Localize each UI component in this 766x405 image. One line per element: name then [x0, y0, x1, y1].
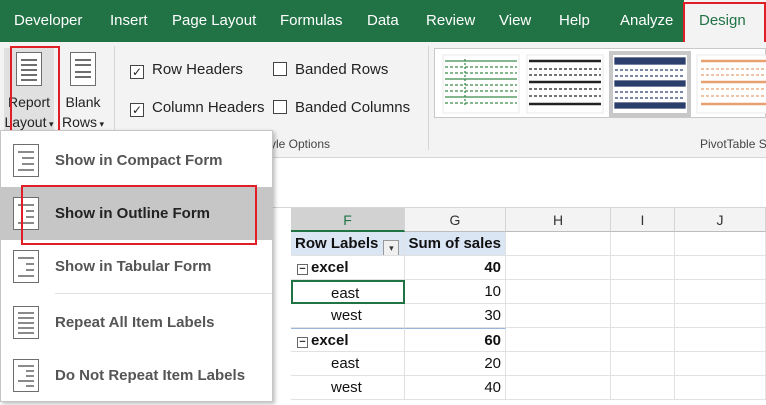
- repeat-labels-icon: [13, 306, 39, 339]
- tab-developer[interactable]: Developer: [14, 0, 82, 42]
- collapse-icon[interactable]: −: [297, 264, 308, 275]
- collapse-icon[interactable]: −: [297, 337, 308, 348]
- pivot-item-label[interactable]: west: [291, 376, 405, 400]
- column-header-h[interactable]: H: [506, 208, 611, 232]
- pivot-style-swatch-orange: [696, 54, 766, 114]
- column-headers-checkbox[interactable]: ✓: [130, 103, 144, 117]
- blank-rows-label-1: Blank: [65, 94, 101, 110]
- empty-cell[interactable]: [611, 304, 675, 328]
- banded-columns-option[interactable]: Banded Columns: [273, 99, 410, 116]
- row-headers-label: Row Headers: [152, 61, 243, 78]
- report-layout-menu: Show in Compact Form Show in Outline For…: [0, 130, 273, 402]
- pivot-item-label-selected[interactable]: east: [291, 280, 405, 304]
- tab-view[interactable]: View: [499, 0, 531, 42]
- column-header-f[interactable]: F: [291, 208, 405, 232]
- empty-cell[interactable]: [611, 256, 675, 280]
- empty-cell[interactable]: [611, 352, 675, 376]
- style-options-group-label: yle Options: [270, 137, 331, 151]
- column-header-j[interactable]: J: [675, 208, 766, 232]
- tab-help[interactable]: Help: [559, 0, 590, 42]
- tab-review[interactable]: Review: [426, 0, 475, 42]
- pivot-item-value[interactable]: 10: [405, 280, 506, 304]
- ribbon-tab-bar: Developer Insert Page Layout Formulas Da…: [0, 0, 766, 42]
- column-headers-label: Column Headers: [152, 99, 265, 116]
- row-headers-option[interactable]: ✓ Row Headers: [130, 61, 243, 79]
- pivot-style-swatch-navy: [609, 51, 691, 117]
- tab-data[interactable]: Data: [367, 0, 399, 42]
- tabular-form-icon: [13, 250, 39, 283]
- empty-cell[interactable]: [611, 280, 675, 304]
- tab-insert[interactable]: Insert: [110, 0, 148, 42]
- compact-form-icon: [13, 144, 39, 177]
- menu-item-label: Show in Tabular Form: [55, 258, 212, 275]
- sum-of-sales-header[interactable]: Sum of sales: [405, 232, 506, 256]
- menu-item-compact-form[interactable]: Show in Compact Form: [1, 134, 272, 187]
- empty-cell[interactable]: [675, 352, 766, 376]
- menu-item-label: Show in Compact Form: [55, 152, 223, 169]
- blank-rows-icon: [70, 52, 96, 86]
- empty-cell[interactable]: [675, 280, 766, 304]
- empty-cell[interactable]: [675, 232, 766, 256]
- pivot-style-swatch-gray: [526, 54, 604, 114]
- row-labels-header[interactable]: Row Labels ▾: [291, 232, 405, 256]
- empty-cell[interactable]: [611, 232, 675, 256]
- banded-rows-option[interactable]: Banded Rows: [273, 61, 388, 78]
- empty-cell[interactable]: [506, 376, 611, 400]
- column-headers-option[interactable]: ✓ Column Headers: [130, 99, 265, 117]
- excel-window: Developer Insert Page Layout Formulas Da…: [0, 0, 766, 405]
- pivot-group-value[interactable]: 60: [405, 328, 506, 352]
- empty-cell[interactable]: [506, 280, 611, 304]
- outline-form-highlight: [21, 185, 257, 245]
- empty-cell[interactable]: [675, 376, 766, 400]
- pivot-style-swatch-green: [442, 54, 520, 114]
- row-labels-text: Row Labels: [295, 235, 379, 252]
- blank-rows-button[interactable]: Blank Rows ▾: [58, 48, 108, 134]
- menu-item-no-repeat-labels[interactable]: Do Not Repeat Item Labels: [1, 349, 272, 402]
- empty-cell[interactable]: [675, 256, 766, 280]
- empty-cell[interactable]: [675, 304, 766, 328]
- menu-separator: [55, 293, 272, 294]
- empty-cell[interactable]: [506, 352, 611, 376]
- filter-dropdown-icon[interactable]: ▾: [383, 240, 400, 255]
- menu-item-repeat-labels[interactable]: Repeat All Item Labels: [1, 296, 272, 349]
- pivot-styles-group-label: PivotTable S: [700, 137, 766, 151]
- empty-cell[interactable]: [506, 232, 611, 256]
- row-headers-checkbox[interactable]: ✓: [130, 65, 144, 79]
- tab-page-layout[interactable]: Page Layout: [172, 0, 256, 42]
- pivot-group-label[interactable]: − excel: [291, 328, 405, 352]
- menu-item-tabular-form[interactable]: Show in Tabular Form: [1, 240, 272, 293]
- column-header-i[interactable]: I: [611, 208, 675, 232]
- banded-columns-label: Banded Columns: [295, 99, 411, 116]
- banded-rows-label: Banded Rows: [295, 61, 389, 78]
- pivot-item-value[interactable]: 40: [405, 376, 506, 400]
- pivot-group-value[interactable]: 40: [405, 256, 506, 280]
- report-layout-highlight: [10, 46, 60, 132]
- banded-columns-checkbox[interactable]: [273, 100, 287, 114]
- menu-item-label: Repeat All Item Labels: [55, 314, 215, 331]
- empty-cell[interactable]: [506, 328, 611, 352]
- pivot-item-label[interactable]: east: [291, 352, 405, 376]
- pivot-item-label[interactable]: west: [291, 304, 405, 328]
- empty-cell[interactable]: [611, 376, 675, 400]
- empty-cell[interactable]: [506, 256, 611, 280]
- empty-cell[interactable]: [611, 328, 675, 352]
- menu-item-label: Do Not Repeat Item Labels: [55, 367, 246, 384]
- pivot-style-gallery: [434, 48, 766, 118]
- tab-analyze[interactable]: Analyze: [620, 0, 673, 42]
- column-header-g[interactable]: G: [405, 208, 506, 232]
- tab-formulas[interactable]: Formulas: [280, 0, 343, 42]
- pivot-style-swatches[interactable]: [435, 49, 766, 119]
- group-separator: [428, 46, 429, 150]
- pivot-item-value[interactable]: 30: [405, 304, 506, 328]
- no-repeat-labels-icon: [13, 359, 39, 392]
- pivot-group-label[interactable]: − excel: [291, 256, 405, 280]
- pivot-item-value[interactable]: 20: [405, 352, 506, 376]
- empty-cell[interactable]: [506, 304, 611, 328]
- empty-cell[interactable]: [675, 328, 766, 352]
- banded-rows-checkbox[interactable]: [273, 62, 287, 76]
